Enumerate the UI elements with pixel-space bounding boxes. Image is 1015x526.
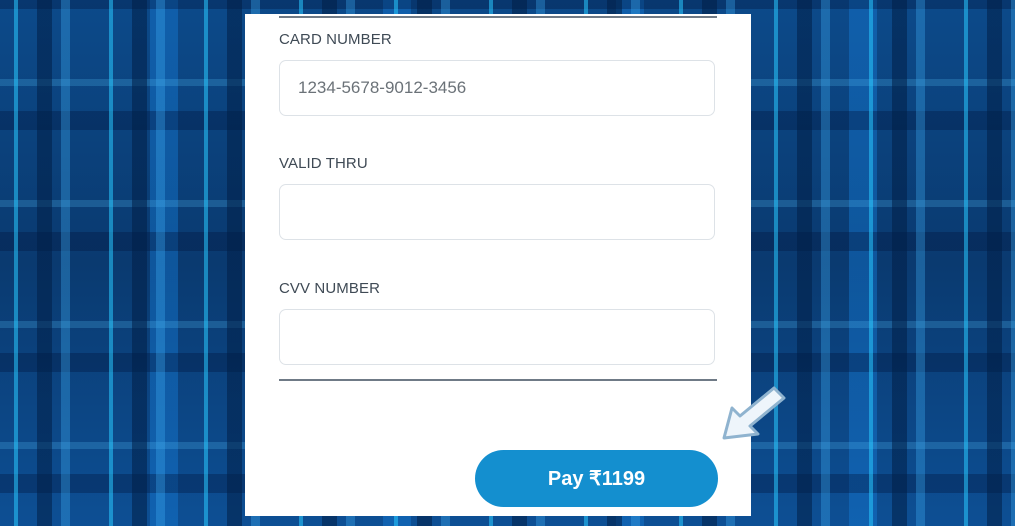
pay-button[interactable]: Pay ₹1199 [475, 450, 718, 507]
card-number-field-wrapper [279, 60, 715, 116]
valid-thru-field-wrapper [279, 184, 715, 240]
bottom-divider [279, 379, 717, 381]
cvv-input[interactable] [280, 310, 714, 364]
arrow-pointer-icon [722, 386, 786, 440]
cvv-label: CVV NUMBER [279, 280, 381, 297]
cvv-field-wrapper [279, 309, 715, 365]
valid-thru-label: VALID THRU [279, 155, 368, 172]
top-divider [279, 16, 717, 18]
payment-form-card: CARD NUMBER VALID THRU CVV NUMBER Pay ₹1… [245, 14, 751, 516]
card-number-input[interactable] [280, 61, 714, 115]
valid-thru-input[interactable] [280, 185, 714, 239]
card-number-label: CARD NUMBER [279, 31, 392, 48]
